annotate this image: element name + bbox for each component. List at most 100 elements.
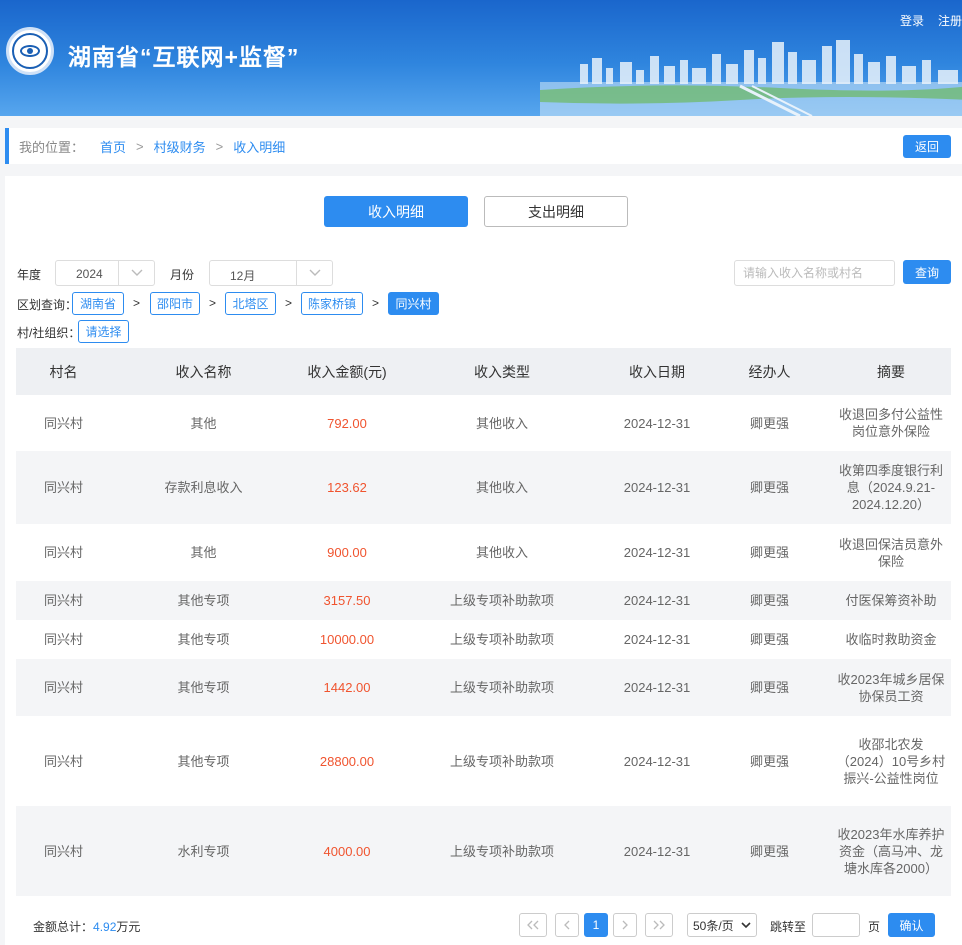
tab-income-detail[interactable]: 收入明细 xyxy=(324,196,468,227)
cell-income-type: 其他收入 xyxy=(398,395,606,451)
site-title: 湖南省“互联网+监督” xyxy=(68,44,300,70)
cell-handler: 卿更强 xyxy=(708,620,831,659)
region-village[interactable]: 同兴村 xyxy=(388,292,439,315)
year-select[interactable]: 2024 xyxy=(55,260,155,286)
month-select[interactable]: 12月 xyxy=(209,260,333,286)
register-link[interactable]: 注册 xyxy=(938,12,962,29)
table-row: 同兴村 其他 792.00 其他收入 2024-12-31 卿更强 收退回多付公… xyxy=(16,395,951,451)
double-chevron-left-icon xyxy=(527,920,539,930)
prev-page-button[interactable] xyxy=(555,913,579,937)
region-separator: > xyxy=(372,296,380,310)
region-province[interactable]: 湖南省 xyxy=(72,292,124,315)
cell-amount: 1442.00 xyxy=(296,659,398,716)
column-header: 收入类型 xyxy=(398,348,606,395)
confirm-jump-button[interactable]: 确认 xyxy=(888,913,935,937)
column-header: 村名 xyxy=(16,348,111,395)
eye-icon xyxy=(20,45,40,57)
cell-village: 同兴村 xyxy=(16,620,111,659)
cell-handler: 卿更强 xyxy=(708,716,831,806)
main-panel: 收入明细 支出明细 年度 2024 月份 12月 查询 区划查询： 湖南省 > … xyxy=(5,176,962,945)
cell-handler: 卿更强 xyxy=(708,581,831,620)
cell-village: 同兴村 xyxy=(16,581,111,620)
cell-income-type: 上级专项补助款项 xyxy=(398,716,606,806)
cell-date: 2024-12-31 xyxy=(606,620,708,659)
cell-handler: 卿更强 xyxy=(708,395,831,451)
total-label: 金额总计： xyxy=(33,920,94,934)
year-value: 2024 xyxy=(76,267,103,281)
cell-income-type: 上级专项补助款项 xyxy=(398,806,606,896)
year-label: 年度 xyxy=(17,268,42,282)
cell-date: 2024-12-31 xyxy=(606,524,708,581)
cell-date: 2024-12-31 xyxy=(606,451,708,524)
region-separator: > xyxy=(285,296,293,310)
amount-total: 金额总计：4.92万元 xyxy=(33,918,140,935)
query-button[interactable]: 查询 xyxy=(903,260,951,284)
column-header: 收入名称 xyxy=(111,348,296,395)
cell-income-name: 其他 xyxy=(111,524,296,581)
cell-income-name: 其他专项 xyxy=(111,620,296,659)
table-row: 同兴村 存款利息收入 123.62 其他收入 2024-12-31 卿更强 收第… xyxy=(16,451,951,524)
table-row: 同兴村 水利专项 4000.00 上级专项补助款项 2024-12-31 卿更强… xyxy=(16,806,951,896)
city-skyline-banner xyxy=(540,40,962,116)
last-page-button[interactable] xyxy=(645,913,673,937)
region-label: 区划查询： xyxy=(17,298,78,312)
table-row: 同兴村 其他专项 3157.50 上级专项补助款项 2024-12-31 卿更强… xyxy=(16,581,951,620)
logo-ring xyxy=(12,33,48,69)
cell-handler: 卿更强 xyxy=(708,806,831,896)
table-row: 同兴村 其他 900.00 其他收入 2024-12-31 卿更强 收退回保洁员… xyxy=(16,524,951,581)
site-logo[interactable] xyxy=(6,27,54,75)
search-input[interactable] xyxy=(734,260,895,286)
table-row: 同兴村 其他专项 10000.00 上级专项补助款项 2024-12-31 卿更… xyxy=(16,620,951,659)
page-number-current[interactable]: 1 xyxy=(584,913,608,937)
cell-date: 2024-12-31 xyxy=(606,395,708,451)
income-table: 村名 收入名称 收入金额(元) 收入类型 收入日期 经办人 摘要 同兴村 其他 … xyxy=(16,348,951,896)
next-page-button[interactable] xyxy=(613,913,637,937)
region-town[interactable]: 陈家桥镇 xyxy=(301,292,363,315)
cell-amount: 4000.00 xyxy=(296,806,398,896)
region-separator: > xyxy=(209,296,217,310)
cell-amount: 123.62 xyxy=(296,451,398,524)
chevron-right-icon xyxy=(622,920,628,930)
cell-summary: 收2023年水库养护资金（高马冲、龙塘水库各2000） xyxy=(831,806,951,896)
total-value: 4.92 xyxy=(93,920,117,934)
cell-income-name: 水利专项 xyxy=(111,806,296,896)
first-page-button[interactable] xyxy=(519,913,547,937)
cell-summary: 收临时救助资金 xyxy=(831,620,951,659)
back-button[interactable]: 返回 xyxy=(903,135,951,158)
column-header: 收入金额(元) xyxy=(296,348,398,395)
cell-income-name: 其他专项 xyxy=(111,659,296,716)
breadcrumb-income-detail[interactable]: 收入明细 xyxy=(233,137,285,156)
table-row: 同兴村 其他专项 1442.00 上级专项补助款项 2024-12-31 卿更强… xyxy=(16,659,951,716)
column-header: 收入日期 xyxy=(606,348,708,395)
breadcrumb-home[interactable]: 首页 xyxy=(100,137,126,156)
page-size-select[interactable]: 50条/页 xyxy=(687,913,757,937)
cell-income-type: 上级专项补助款项 xyxy=(398,659,606,716)
cell-income-name: 其他专项 xyxy=(111,581,296,620)
cell-date: 2024-12-31 xyxy=(606,806,708,896)
cell-handler: 卿更强 xyxy=(708,451,831,524)
region-city[interactable]: 邵阳市 xyxy=(150,292,200,315)
cell-summary: 付医保筹资补助 xyxy=(831,581,951,620)
column-header: 摘要 xyxy=(831,348,951,395)
cell-summary: 收2023年城乡居保协保员工资 xyxy=(831,659,951,716)
double-chevron-right-icon xyxy=(653,920,665,930)
jump-page-input[interactable] xyxy=(812,913,860,937)
login-link[interactable]: 登录 xyxy=(900,12,924,29)
cell-amount: 3157.50 xyxy=(296,581,398,620)
jump-label: 跳转至 xyxy=(770,920,807,934)
table-row: 同兴村 其他专项 28800.00 上级专项补助款项 2024-12-31 卿更… xyxy=(16,716,951,806)
region-separator: > xyxy=(133,296,141,310)
tab-expense-detail[interactable]: 支出明细 xyxy=(484,196,628,227)
cell-village: 同兴村 xyxy=(16,524,111,581)
cell-income-type: 上级专项补助款项 xyxy=(398,581,606,620)
chevron-down-icon xyxy=(296,261,332,285)
org-select-button[interactable]: 请选择 xyxy=(78,320,129,343)
cell-summary: 收第四季度银行利息（2024.9.21-2024.12.20） xyxy=(831,451,951,524)
chevron-down-icon xyxy=(741,922,751,929)
breadcrumb-village-finance[interactable]: 村级财务 xyxy=(154,137,206,156)
cell-income-name: 存款利息收入 xyxy=(111,451,296,524)
chevron-left-icon xyxy=(564,920,570,930)
cell-amount: 10000.00 xyxy=(296,620,398,659)
region-district[interactable]: 北塔区 xyxy=(225,292,276,315)
cell-income-type: 其他收入 xyxy=(398,451,606,524)
